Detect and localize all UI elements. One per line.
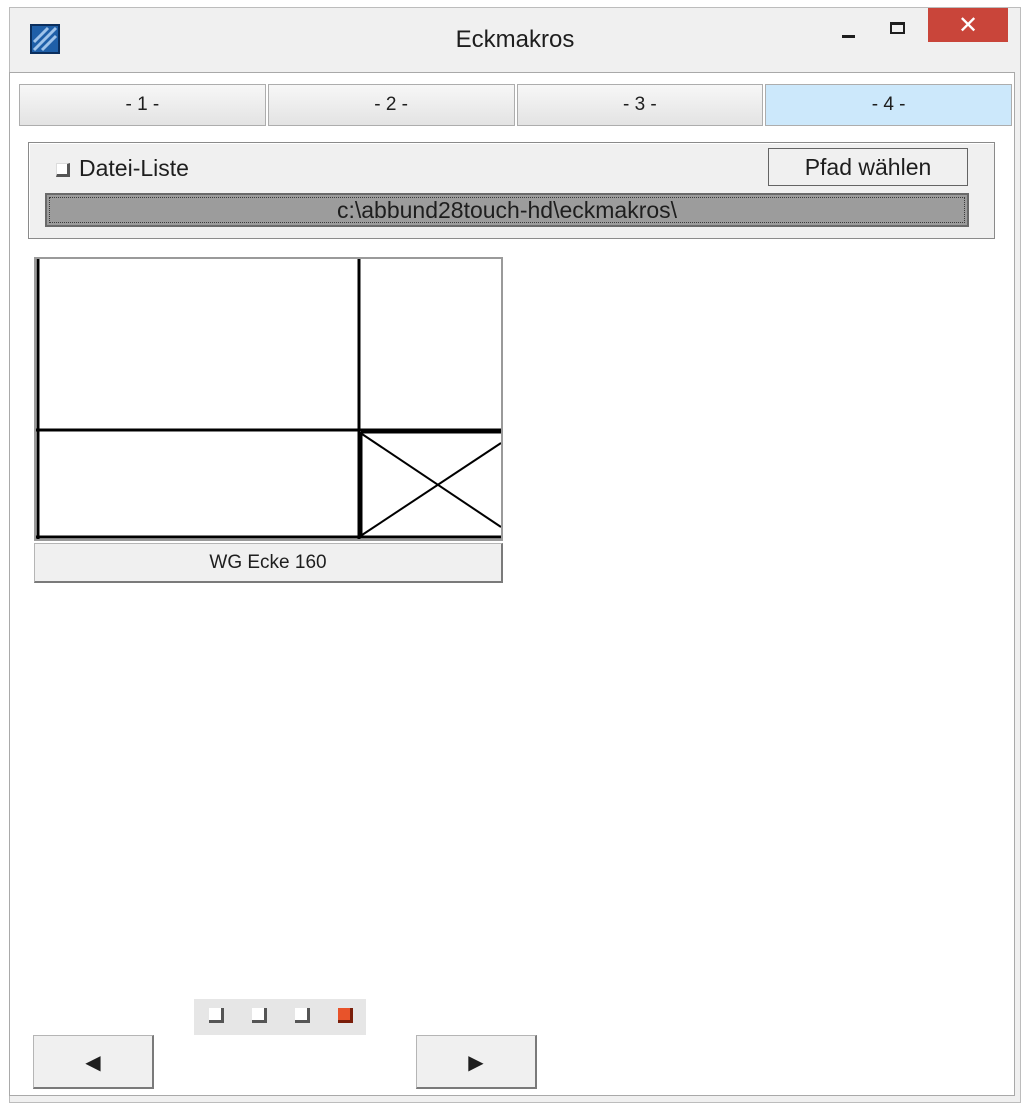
minimize-button[interactable] <box>836 8 870 42</box>
page-indicator <box>194 999 366 1035</box>
arrow-left-icon: ◀ <box>85 1049 101 1074</box>
corner-macro-preview-icon <box>36 259 501 539</box>
close-icon: ✕ <box>957 11 979 39</box>
minimize-icon <box>842 35 855 38</box>
macro-label-button[interactable]: WG Ecke 160 <box>34 543 503 583</box>
path-field[interactable]: c:\abbund28touch-hd\eckmakros\ <box>45 193 969 227</box>
page-tabs: - 1 - - 2 - - 3 - - 4 - <box>19 84 1014 128</box>
page-dot-1[interactable] <box>209 1008 224 1023</box>
page-dot-3[interactable] <box>295 1008 310 1023</box>
page-dot-4[interactable] <box>338 1008 353 1023</box>
choose-path-button[interactable]: Pfad wählen <box>768 148 968 186</box>
datei-liste-checkbox[interactable] <box>56 163 70 177</box>
maximize-button[interactable] <box>882 8 916 42</box>
maximize-icon <box>890 22 905 34</box>
tab-2[interactable]: - 2 - <box>267 84 515 126</box>
close-button[interactable]: ✕ <box>928 8 1008 42</box>
tab-3[interactable]: - 3 - <box>516 84 764 126</box>
prev-page-button[interactable]: ◀ <box>33 1035 154 1089</box>
tab-1[interactable]: - 1 - <box>19 84 266 126</box>
macro-thumbnail[interactable] <box>34 257 503 541</box>
arrow-right-icon: ▶ <box>468 1049 484 1074</box>
datei-liste-label[interactable]: Datei-Liste <box>79 155 189 182</box>
file-path-panel: Datei-Liste Pfad wählen c:\abbund28touch… <box>28 142 995 239</box>
title-bar[interactable]: Eckmakros ✕ <box>10 8 1020 72</box>
page-dot-2[interactable] <box>252 1008 267 1023</box>
tab-4[interactable]: - 4 - <box>765 84 1012 126</box>
next-page-button[interactable]: ▶ <box>416 1035 537 1089</box>
